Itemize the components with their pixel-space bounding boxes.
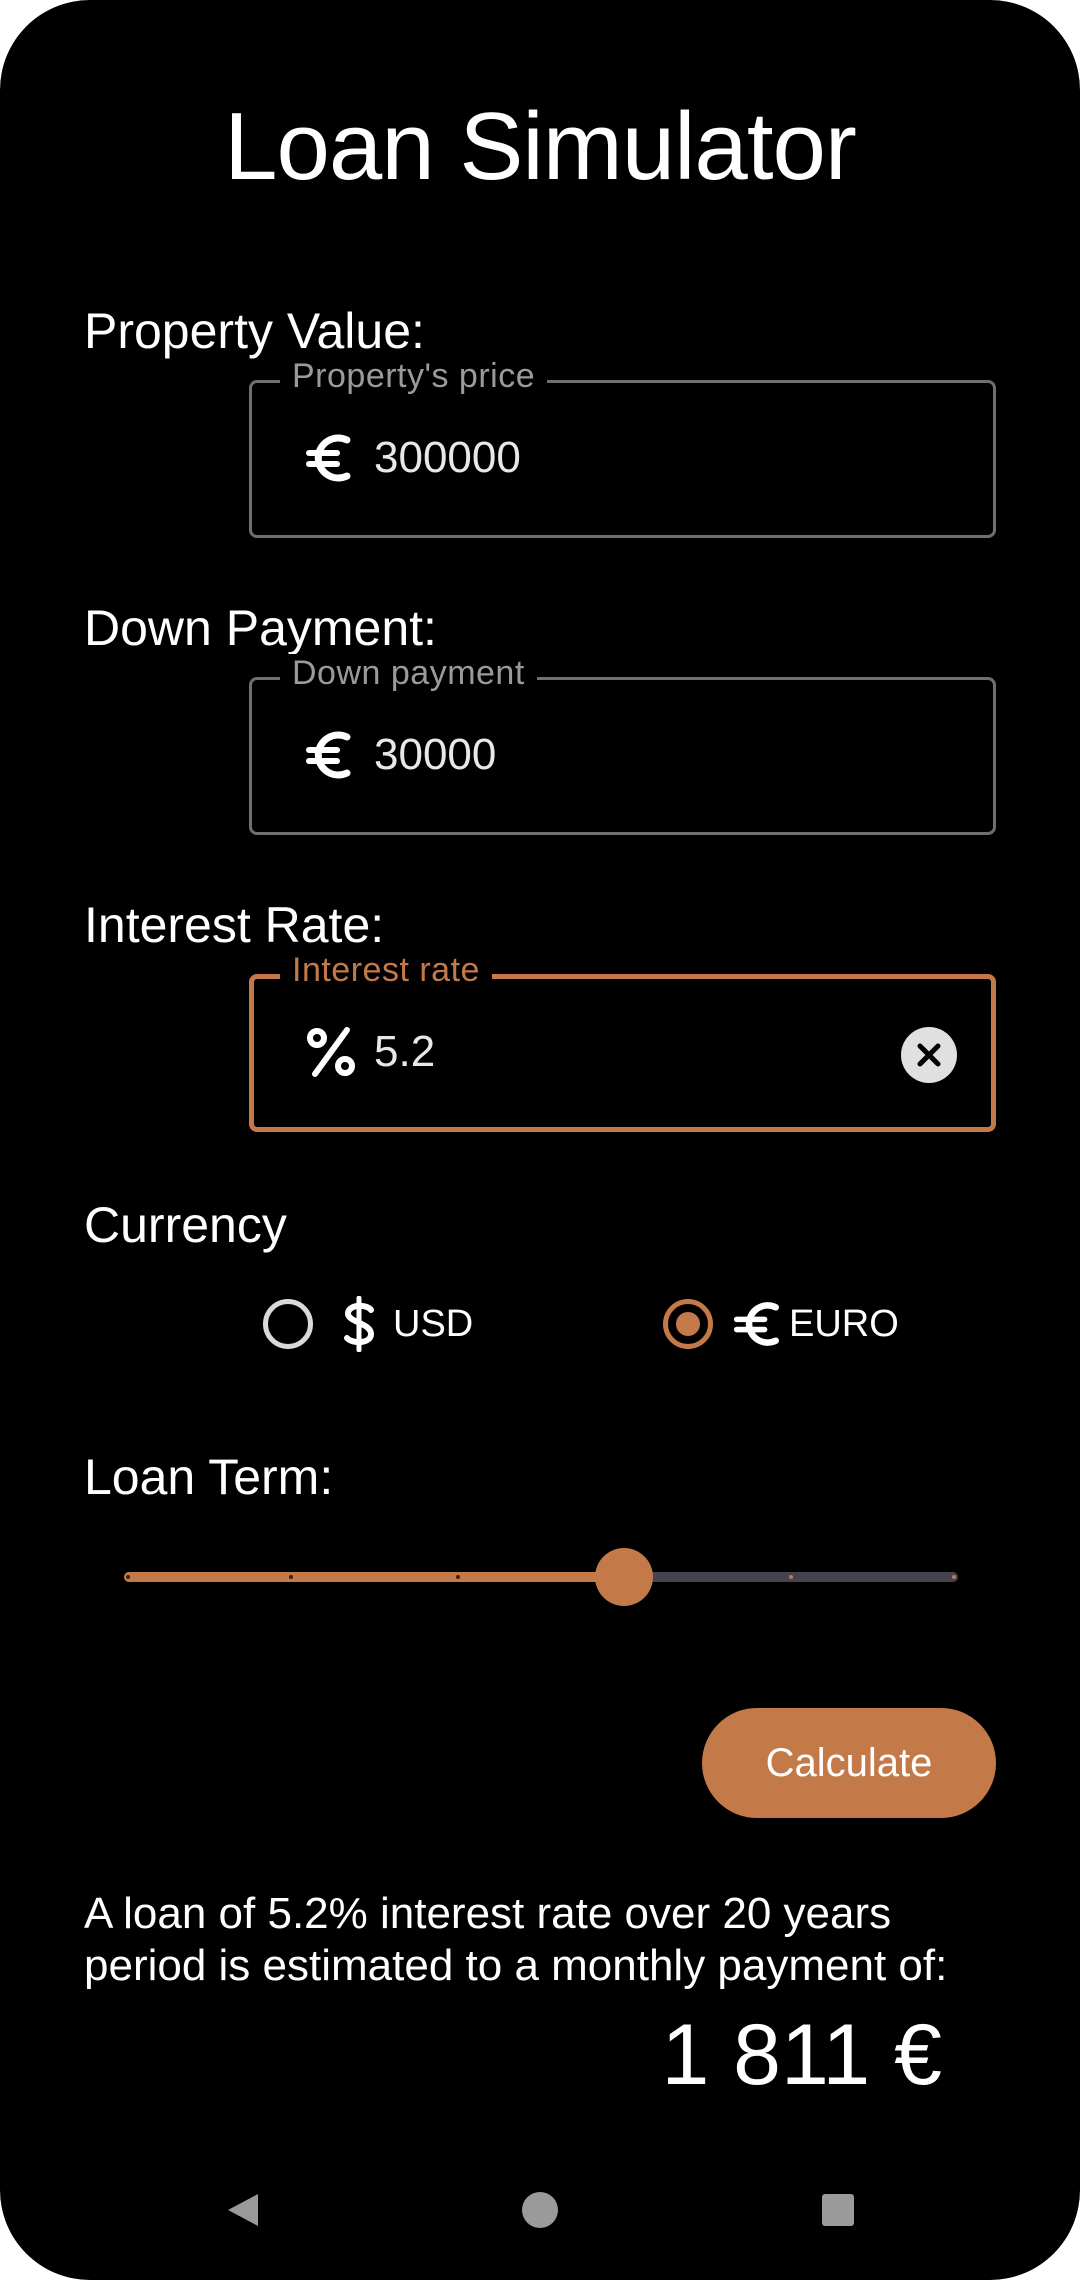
currency-label: Currency (84, 1197, 287, 1253)
loan-term-label: Loan Term: (84, 1449, 334, 1505)
property-price-legend: Property's price (280, 357, 548, 396)
property-value-label: Property Value: (84, 303, 425, 359)
home-icon[interactable] (520, 2190, 560, 2235)
property-price-field[interactable]: Property's price 300000 (249, 357, 996, 538)
euro-icon (300, 724, 362, 786)
currency-option-euro[interactable]: EURO (663, 1290, 899, 1358)
currency-usd-label: USD (393, 1302, 474, 1345)
down-payment-legend: Down payment (280, 654, 537, 693)
property-price-input[interactable]: 300000 (374, 433, 521, 483)
clear-icon[interactable] (901, 1027, 957, 1083)
down-payment-field[interactable]: Down payment 30000 (249, 654, 996, 835)
interest-rate-legend: Interest rate (280, 951, 492, 990)
system-navigation-bar (0, 2180, 1080, 2240)
currency-euro-label: EURO (789, 1302, 899, 1345)
down-payment-label: Down Payment: (84, 600, 437, 656)
slider-tick (789, 1575, 793, 1579)
dollar-icon (337, 1296, 381, 1352)
slider-thumb[interactable] (595, 1548, 653, 1606)
slider-tick (456, 1575, 460, 1579)
euro-icon (731, 1296, 787, 1352)
loan-term-slider[interactable] (124, 1548, 958, 1606)
back-icon[interactable] (222, 2190, 262, 2235)
slider-tick (289, 1575, 293, 1579)
interest-rate-input[interactable]: 5.2 (374, 1027, 435, 1077)
euro-icon (300, 427, 362, 489)
page-title: Loan Simulator (224, 93, 857, 200)
currency-radio-group: USD EURO (0, 1290, 1080, 1358)
percent-icon (300, 1021, 362, 1083)
slider-tick (126, 1575, 130, 1579)
monthly-payment-amount: 1 811 € (661, 2007, 942, 2103)
radio-usd[interactable] (263, 1299, 313, 1349)
interest-rate-field[interactable]: Interest rate 5.2 (249, 951, 996, 1132)
slider-track-active (124, 1572, 624, 1582)
calculate-button[interactable]: Calculate (702, 1708, 996, 1818)
slider-tick (952, 1575, 956, 1579)
currency-option-usd[interactable]: USD (263, 1290, 473, 1358)
down-payment-input[interactable]: 30000 (374, 730, 496, 780)
radio-euro[interactable] (663, 1299, 713, 1349)
recents-icon[interactable] (818, 2190, 858, 2235)
result-description: A loan of 5.2% interest rate over 20 yea… (84, 1889, 948, 1990)
interest-rate-label: Interest Rate: (84, 897, 385, 953)
app-screen: Loan Simulator Property Value: Property'… (0, 0, 1080, 2280)
